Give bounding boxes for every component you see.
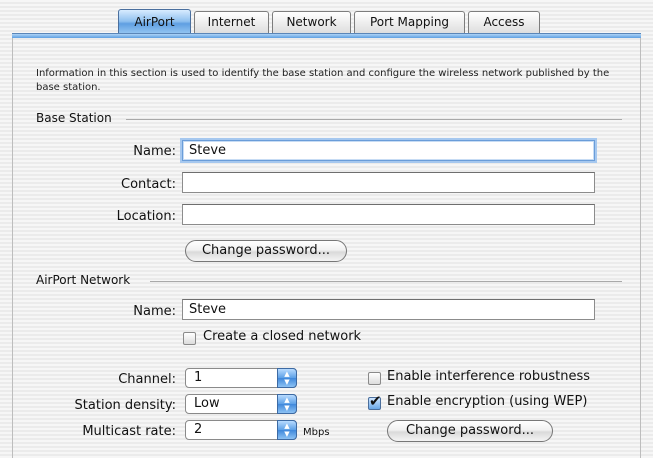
updown-arrows-icon: ▲ ▼ (277, 420, 297, 440)
tab-port-mapping[interactable]: Port Mapping (354, 11, 465, 33)
interference-robustness-checkbox[interactable] (368, 372, 381, 385)
info-text: Information in this section is used to i… (36, 68, 610, 93)
preferences-panel: AirPort Internet Network Port Mapping Ac… (0, 0, 653, 458)
tab-network[interactable]: Network (272, 11, 351, 33)
contact-field[interactable] (182, 172, 595, 193)
wep-change-password-button[interactable]: Change password... (387, 420, 553, 442)
section-title-base-station: Base Station (36, 111, 112, 125)
base-station-change-password-button[interactable]: Change password... (185, 240, 347, 262)
network-name-label: Name: (133, 304, 176, 319)
encryption-label: Enable encryption (using WEP) (387, 394, 588, 409)
closed-network-checkbox[interactable] (183, 332, 196, 345)
contact-label: Contact: (121, 177, 176, 192)
tab-airport[interactable]: AirPort (118, 9, 191, 35)
channel-value: 1 (194, 370, 203, 385)
location-label: Location: (116, 209, 176, 224)
multicast-rate-value: 2 (194, 422, 203, 437)
section-divider (126, 119, 622, 120)
base-station-name-field[interactable]: Steve (182, 140, 595, 161)
channel-label: Channel: (118, 372, 176, 387)
station-density-value: Low (194, 396, 220, 411)
checkmark-icon: ✔ (369, 392, 382, 410)
station-density-label: Station density: (74, 398, 176, 413)
interference-robustness-label: Enable interference robustness (387, 369, 591, 384)
section-title-airport-network: AirPort Network (36, 273, 131, 287)
network-name-field[interactable]: Steve (182, 299, 595, 320)
station-density-popup[interactable]: Low ▲ ▼ (185, 394, 297, 414)
updown-arrows-icon: ▲ ▼ (277, 394, 297, 414)
channel-popup[interactable]: 1 ▲ ▼ (185, 368, 297, 388)
multicast-rate-popup[interactable]: 2 ▲ ▼ (185, 420, 297, 440)
base-station-name-label: Name: (133, 144, 176, 159)
tab-access[interactable]: Access (468, 11, 540, 33)
multicast-rate-label: Multicast rate: (82, 424, 176, 439)
multicast-unit: Mbps (303, 427, 330, 438)
location-field[interactable] (182, 204, 595, 225)
closed-network-label: Create a closed network (203, 329, 362, 344)
tab-internet[interactable]: Internet (194, 11, 269, 33)
encryption-checkbox[interactable]: ✔ (368, 393, 382, 410)
section-divider (150, 281, 622, 282)
updown-arrows-icon: ▲ ▼ (277, 368, 297, 388)
